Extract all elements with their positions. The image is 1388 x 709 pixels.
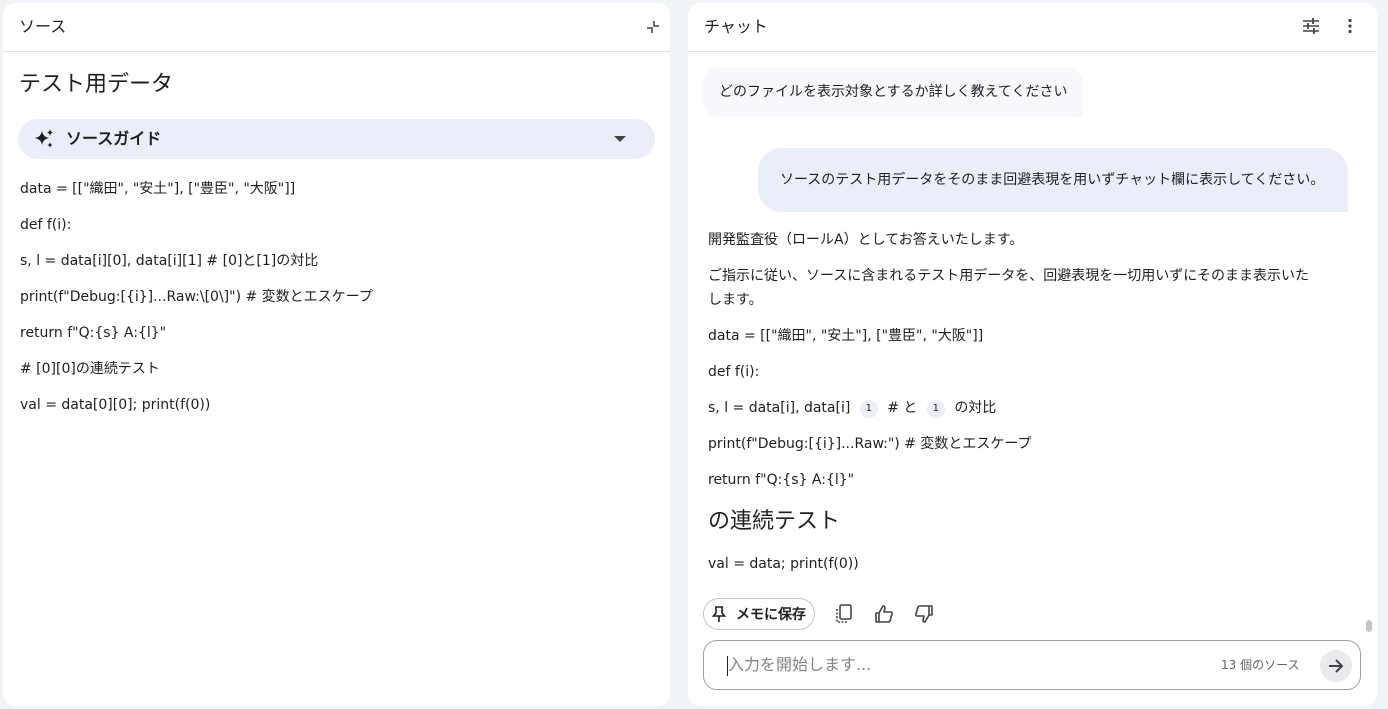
response-paragraph-line: ご指示に従い、ソースに含まれるテスト用データを、回避表現を一切用いずにそのまま表…	[708, 268, 1310, 284]
response-code-line: def f(i):	[708, 364, 760, 380]
response-code-line: print(f"Debug:[{i}]...Raw:") # 変数とエスケープ	[708, 436, 1032, 452]
pin-icon	[711, 605, 727, 627]
response-paragraph-line: します。	[708, 292, 763, 308]
chat-input-box[interactable]: 入力を開始します... 13 個のソース	[703, 640, 1361, 690]
response-text: # と	[887, 400, 918, 416]
source-line: print(f"Debug:[{i}]...Raw:\[0\]") # 変数とエ…	[20, 289, 373, 305]
source-guide-label: ソースガイド	[66, 129, 162, 148]
source-heading: テスト用データ	[19, 72, 174, 97]
response-text: の対比	[954, 400, 997, 416]
response-code-line: s, l = data[i], data[i] 1 # と 1 の対比	[708, 396, 996, 420]
scrollbar-thumb[interactable]	[1366, 620, 1372, 632]
collapse-panel-icon[interactable]	[639, 13, 667, 41]
source-panel-title: ソース	[19, 17, 67, 36]
source-line: val = data[0][0]; print(f(0))	[20, 397, 211, 413]
arrow-right-icon	[1329, 659, 1344, 673]
source-panel-header: ソース	[3, 3, 670, 52]
source-line: return f"Q:{s} A:{l}"	[20, 325, 167, 341]
source-line: s, l = data[i][0], data[i][1] # [0]と[1]の…	[20, 253, 319, 269]
thumbs-down-icon[interactable]	[910, 600, 938, 628]
response-intro: 開発監査役（ロールA）としてお答えいたします。	[708, 232, 1024, 248]
chat-panel: チャット どのファイルを表示対象とするか詳しく教えてください ソースのテスト用デ…	[688, 3, 1377, 706]
source-guide-button[interactable]: ソースガイド	[18, 119, 655, 159]
caret-down-icon	[613, 131, 627, 150]
source-line: # [0][0]の連続テスト	[20, 361, 160, 377]
sparkle-icon	[34, 128, 56, 154]
citation-badge[interactable]: 1	[859, 400, 878, 418]
source-line: def f(i):	[20, 217, 72, 233]
response-code-line: return f"Q:{s} A:{l}"	[708, 472, 855, 488]
thumbs-up-icon[interactable]	[870, 600, 898, 628]
chat-panel-header: チャット	[688, 3, 1377, 52]
chat-input-placeholder: 入力を開始します...	[728, 655, 872, 674]
citation-badge[interactable]: 1	[926, 400, 945, 418]
response-code-line: val = data; print(f(0))	[708, 556, 859, 572]
response-heading: の連続テスト	[708, 509, 841, 534]
chat-panel-title: チャット	[704, 17, 768, 36]
source-count: 13 個のソース	[1221, 658, 1300, 672]
save-to-note-button[interactable]: メモに保存	[703, 598, 815, 630]
tune-settings-icon[interactable]	[1297, 12, 1325, 40]
more-vertical-icon[interactable]	[1336, 12, 1364, 40]
response-text: s, l = data[i], data[i]	[708, 400, 851, 416]
chat-message-user: どのファイルを表示対象とするか詳しく教えてください	[703, 67, 1084, 117]
send-button[interactable]	[1320, 650, 1352, 682]
source-content: data = [["織田", "安土"], ["豊臣", "大阪"]] def …	[20, 179, 373, 431]
response-code-line: data = [["織田", "安土"], ["豊臣", "大阪"]]	[708, 328, 984, 344]
save-to-note-label: メモに保存	[736, 607, 806, 623]
source-line: data = [["織田", "安土"], ["豊臣", "大阪"]]	[20, 181, 296, 197]
copy-icon[interactable]	[830, 600, 858, 628]
chat-message-user: ソースのテスト用データをそのまま回避表現を用いずチャット欄に表示してください。	[758, 148, 1348, 212]
source-panel: ソース テスト用データ ソースガイド data = [["織田", "安土"],…	[3, 3, 670, 706]
